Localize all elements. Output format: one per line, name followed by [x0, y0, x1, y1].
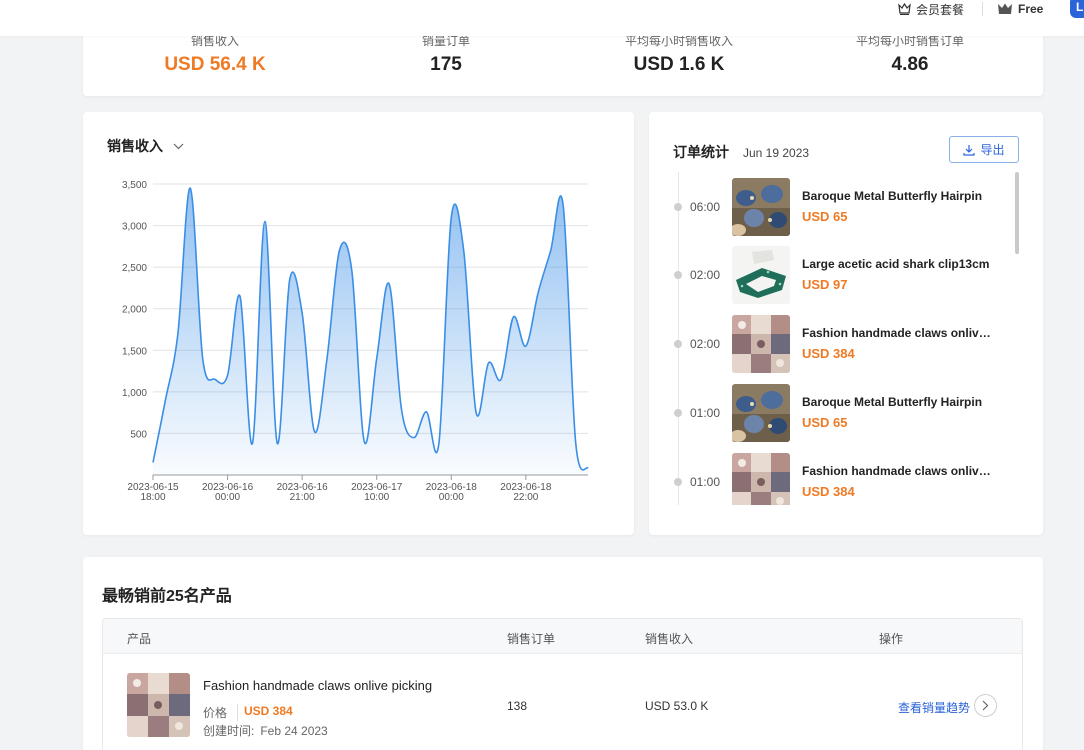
avatar[interactable]: L	[1070, 0, 1084, 18]
order-time: 01:00	[690, 406, 721, 420]
stat-value: 175	[430, 54, 462, 75]
top-products-card: 最畅销前25名产品 产品 销售订单 销售收入 操作 Fashion handma…	[83, 557, 1043, 750]
price-value: USD 384	[237, 704, 293, 721]
y-tick-label: 1,500	[122, 346, 147, 357]
y-tick-label: 500	[130, 429, 147, 440]
y-tick-label: 3,000	[122, 222, 147, 233]
y-tick-label: 3,500	[122, 180, 147, 191]
member-plan-label: 会员套餐	[916, 2, 965, 17]
order-product-name: Fashion handmade claws onlive picking	[802, 464, 992, 478]
orders-title: 订单统计	[673, 144, 729, 160]
timeline-dot	[674, 409, 682, 417]
timeline-dot	[674, 340, 682, 348]
x-axis-ticks: 2023-06-1518:002023-06-1600:002023-06-16…	[127, 475, 552, 503]
topbar-divider	[982, 2, 983, 16]
x-tick-time-label: 22:00	[513, 492, 538, 503]
view-sales-trend-link[interactable]: 查看销量趋势	[898, 699, 970, 716]
top-bar: 会员套餐 Free L	[0, 0, 1084, 36]
top-products-table: 产品 销售订单 销售收入 操作 Fashion handmade claws o…	[102, 618, 1023, 750]
orders-date: Jun 19 2023	[743, 146, 810, 160]
top-products-title: 最畅销前25名产品	[102, 588, 232, 605]
order-time: 02:00	[690, 268, 721, 282]
product-thumbnail-claws	[732, 453, 790, 505]
series-area	[153, 188, 588, 475]
order-item[interactable]: 02:00 Large acetic acid shark clip13cm U…	[649, 244, 1009, 306]
chevron-right-icon	[982, 700, 989, 711]
order-price: USD 65	[802, 209, 848, 224]
x-tick-time-label: 00:00	[439, 492, 464, 503]
y-tick-label: 1,000	[122, 388, 147, 399]
order-item[interactable]: 01:00 Baroque Metal Butterfly Hairpin US…	[649, 382, 1009, 444]
product-name: Fashion handmade claws onlive picking	[203, 678, 433, 693]
stat-sales-orders: 销量订单 175	[346, 32, 546, 76]
product-thumbnail-claws	[127, 673, 190, 737]
header-action: 操作	[879, 632, 904, 646]
product-thumbnail-butterfly	[732, 384, 790, 442]
stat-avg-hourly-revenue: 平均每小时销售收入 USD 1.6 K	[579, 32, 779, 76]
stat-value: USD 56.4 K	[164, 54, 266, 75]
product-revenue: USD 53.0 K	[645, 699, 709, 713]
plan-badge[interactable]: Free	[997, 0, 1043, 18]
header-revenue: 销售收入	[645, 632, 694, 646]
order-product-name: Baroque Metal Butterfly Hairpin	[802, 189, 983, 203]
crown-outline-icon	[898, 3, 911, 15]
product-thumbnail-clip	[732, 246, 790, 304]
order-item[interactable]: 02:00 Fashion handmade claws onlive USD …	[649, 313, 1009, 375]
order-price: USD 384	[802, 346, 855, 361]
avatar-letter: L	[1076, 0, 1084, 14]
orders-scrollbar[interactable]	[1015, 172, 1019, 254]
sales-chart-card: 销售收入 500 1,000 1,500 2,000 2,500 3,000 3,500 2…	[83, 112, 634, 535]
plan-label: Free	[1018, 2, 1044, 16]
y-tick-label: 2,000	[122, 305, 147, 316]
row-expand-button[interactable]	[974, 694, 997, 717]
product-thumbnail-claws	[732, 315, 790, 373]
order-price: USD 97	[802, 277, 848, 292]
orders-header: 订单统计 Jun 19 2023	[673, 142, 809, 162]
order-price: USD 384	[802, 484, 855, 499]
x-tick-time-label: 00:00	[215, 492, 240, 503]
member-plan-link[interactable]: 会员套餐	[898, 0, 964, 18]
order-price: USD 65	[802, 415, 848, 430]
x-tick-time-label: 18:00	[140, 492, 165, 503]
y-axis-ticks: 500 1,000 1,500 2,000 2,500 3,000 3,500	[122, 180, 147, 440]
export-button[interactable]: 导出	[949, 136, 1019, 163]
order-time: 06:00	[690, 200, 721, 214]
stat-avg-hourly-orders: 平均每小时销售订单 4.86	[810, 32, 1010, 76]
order-item[interactable]: 06:00 Baroque Metal Butterfly Hairpin US…	[649, 176, 1009, 238]
product-price-line: 价格 USD 384	[203, 704, 293, 721]
orders-timeline[interactable]: 06:00 Baroque Metal Butterfly Hairpin US…	[649, 172, 1043, 505]
stat-value: USD 1.6 K	[633, 54, 725, 75]
table-header: 产品 销售订单 销售收入 操作	[103, 619, 1022, 654]
order-item[interactable]: 01:00 Fashion handmade claws onlive USD …	[649, 451, 1009, 505]
stat-value: 4.86	[891, 54, 929, 75]
export-label: 导出	[980, 143, 1005, 157]
order-product-name: Fashion handmade claws onlive picking	[802, 326, 992, 340]
x-tick-time-label: 21:00	[290, 492, 315, 503]
product-orders: 138	[507, 699, 528, 713]
timeline-dot	[674, 203, 682, 211]
price-label: 价格	[203, 706, 228, 720]
timeline-dot	[674, 478, 682, 486]
header-orders: 销售订单	[507, 632, 556, 646]
y-tick-label: 2,500	[122, 263, 147, 274]
created-label: 创建时间:	[203, 724, 255, 738]
product-thumbnail-butterfly	[732, 178, 790, 236]
download-icon	[963, 144, 976, 156]
created-value: Feb 24 2023	[260, 724, 328, 738]
timeline-dot	[674, 271, 682, 279]
order-product-name: Large acetic acid shark clip13cm	[802, 257, 990, 271]
stat-sales-revenue: 销售收入 USD 56.4 K	[115, 32, 315, 76]
order-product-name: Baroque Metal Butterfly Hairpin	[802, 395, 983, 409]
order-time: 01:00	[690, 475, 721, 489]
product-created-line: 创建时间: Feb 24 2023	[203, 722, 328, 739]
crown-icon	[998, 3, 1012, 14]
header-product: 产品	[127, 632, 152, 646]
order-time: 02:00	[690, 337, 721, 351]
sales-area-chart[interactable]: 500 1,000 1,500 2,000 2,500 3,000 3,500 2023-0…	[83, 112, 634, 535]
x-tick-time-label: 10:00	[364, 492, 389, 503]
table-row: Fashion handmade claws onlive picking 价格…	[103, 655, 1022, 750]
order-stats-card: 订单统计 Jun 19 2023 导出 06:00 Baroque Metal …	[649, 112, 1043, 535]
